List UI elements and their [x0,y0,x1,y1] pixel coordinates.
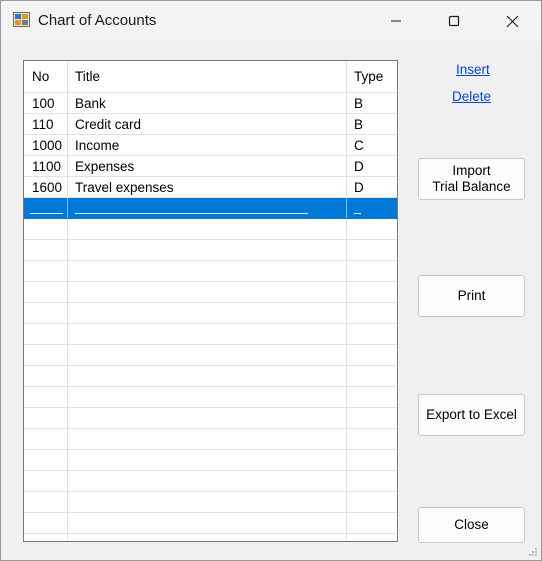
cell-title-empty[interactable] [75,213,308,214]
close-window-button[interactable] [483,1,541,41]
import-button-label-line2: Trial Balance [432,179,511,194]
cell-title[interactable]: Bank [75,93,347,113]
export-to-excel-button[interactable]: Export to Excel [418,394,525,436]
table-row-empty[interactable] [24,387,397,408]
table-row-empty[interactable] [24,408,397,429]
table-row-empty[interactable] [24,429,397,450]
cell-type[interactable]: B [354,114,394,134]
close-button[interactable]: Close [418,507,525,543]
cell-type[interactable]: D [354,156,394,176]
table-row-empty[interactable] [24,324,397,345]
cell-title[interactable]: Expenses [75,156,347,176]
maximize-icon [448,15,460,27]
window-title: Chart of Accounts [38,12,157,29]
table-row[interactable]: 1600 Travel expenses D [24,177,397,198]
table-row-empty[interactable] [24,303,397,324]
column-header-type[interactable]: Type [354,61,394,92]
table-row-empty[interactable] [24,240,397,261]
import-button-label-line1: Import [452,163,491,178]
table-row-empty[interactable] [24,492,397,513]
table-row-empty[interactable] [24,282,397,303]
cell-no[interactable]: 1100 [32,156,68,176]
cell-no-empty[interactable] [30,213,63,214]
cell-no[interactable]: 1000 [32,135,68,155]
cell-title[interactable]: Credit card [75,114,347,134]
ledger-app-icon [13,12,30,27]
table-row[interactable]: 1000 Income C [24,135,397,156]
import-trial-balance-button[interactable]: Import Trial Balance [418,158,525,200]
table-row-empty[interactable] [24,366,397,387]
maximize-button[interactable] [425,1,483,41]
cell-no[interactable]: 110 [32,114,68,134]
table-row-empty[interactable] [24,513,397,534]
cell-type-empty[interactable] [354,213,361,214]
column-header-no[interactable]: No [32,61,68,92]
chart-of-accounts-window: Chart of Accounts No Title Type 100 Bank… [0,0,542,561]
cell-type[interactable]: B [354,93,394,113]
cell-no[interactable]: 1600 [32,177,68,197]
table-row-empty[interactable] [24,471,397,492]
new-row-selected[interactable] [24,198,397,219]
grid-header-row: No Title Type [24,61,397,93]
accounts-grid[interactable]: No Title Type 100 Bank B 110 Credit card… [23,60,398,542]
table-row-empty[interactable] [24,450,397,471]
table-row-empty[interactable] [24,261,397,282]
column-header-title[interactable]: Title [75,61,347,92]
table-row[interactable]: 110 Credit card B [24,114,397,135]
cell-type[interactable]: D [354,177,394,197]
table-row[interactable]: 1100 Expenses D [24,156,397,177]
cell-title[interactable]: Travel expenses [75,177,347,197]
table-row-empty[interactable] [24,345,397,366]
cell-no[interactable]: 100 [32,93,68,113]
table-row-empty[interactable] [24,219,397,240]
title-bar[interactable]: Chart of Accounts [1,1,541,41]
table-row[interactable]: 100 Bank B [24,93,397,114]
cell-type[interactable]: C [354,135,394,155]
minimize-icon [391,20,401,22]
print-button[interactable]: Print [418,275,525,317]
cell-title[interactable]: Income [75,135,347,155]
delete-link[interactable]: Delete [452,89,491,104]
close-icon [506,15,518,27]
minimize-button[interactable] [367,1,425,41]
insert-link[interactable]: Insert [456,62,490,77]
resize-grip-icon[interactable] [528,547,538,557]
